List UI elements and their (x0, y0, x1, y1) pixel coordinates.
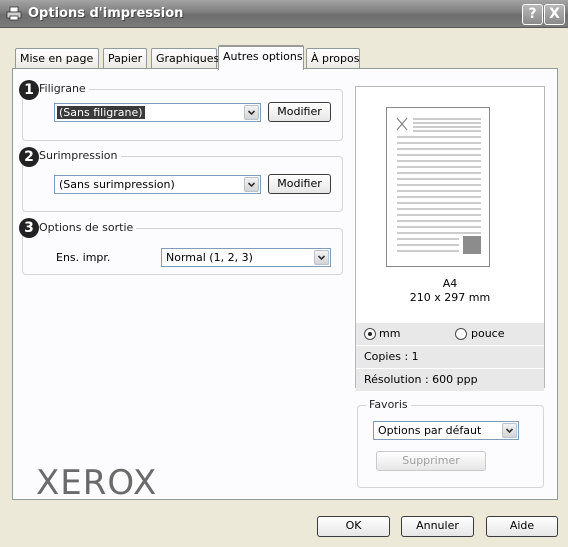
favorites-group-label: Favoris (366, 398, 411, 411)
overlay-select-value: (Sans surimpression) (59, 178, 175, 191)
overlay-group-label: Surimpression (36, 149, 121, 162)
tab-page-setup[interactable]: Mise en page (15, 48, 99, 69)
tab-paper[interactable]: Papier (103, 48, 147, 69)
help-icon: ? (528, 6, 537, 22)
overlay-select[interactable]: (Sans surimpression) (54, 175, 261, 194)
chevron-down-icon[interactable] (314, 250, 329, 265)
overlay-modify-button[interactable]: Modifier (268, 174, 331, 194)
step-2-badge: 2 (19, 147, 39, 167)
tab-label: Papier (108, 52, 143, 65)
page-preview (386, 107, 490, 267)
tab-label: À propos (311, 52, 360, 65)
resolution-text: Résolution : 600 ppp (364, 373, 478, 386)
print-options-dialog: Options d'impression ? X Mise en page Pa… (0, 0, 568, 547)
tab-graphics[interactable]: Graphiques (151, 48, 220, 69)
tab-label: Autres options (223, 50, 303, 63)
page-preview-panel: A4 210 x 297 mm mm pouce Copies : 1 Réso… (355, 86, 545, 391)
collate-select-value: Normal (1, 2, 3) (166, 251, 253, 264)
copies-row: Copies : 1 (356, 346, 544, 368)
output-options-group-label: Options de sortie (36, 221, 137, 234)
favorites-select-value: Options par défaut (378, 424, 482, 437)
watermark-modify-button[interactable]: Modifier (268, 102, 331, 122)
resolution-row: Résolution : 600 ppp (356, 369, 544, 391)
watermark-select[interactable]: (Sans filigrane) (54, 103, 261, 122)
close-icon: X (549, 6, 560, 22)
favorites-delete-button[interactable]: Supprimer (376, 451, 486, 471)
collate-select[interactable]: Normal (1, 2, 3) (161, 248, 331, 267)
chevron-down-icon[interactable] (244, 105, 259, 120)
collate-label: Ens. impr. (56, 251, 111, 264)
window-title: Options d'impression (28, 6, 184, 21)
help-title-button[interactable]: ? (522, 4, 543, 25)
paper-name: A4 (442, 277, 458, 290)
tab-other-options[interactable]: Autres options (218, 45, 304, 70)
unit-inch-radio[interactable] (455, 328, 467, 340)
page-preview-graphic (396, 117, 481, 254)
watermark-group-label: Filigrane (36, 82, 89, 95)
tab-label: Graphiques (156, 52, 220, 65)
watermark-select-value: (Sans filigrane) (57, 106, 145, 119)
step-1-badge: 1 (19, 80, 39, 100)
cancel-button[interactable]: Annuler (401, 516, 474, 537)
unit-inch-label[interactable]: pouce (471, 327, 505, 340)
title-bar[interactable]: Options d'impression ? X (0, 0, 568, 28)
unit-mm-label[interactable]: mm (379, 327, 400, 340)
unit-selector: mm pouce (356, 323, 544, 345)
favorites-group: Favoris (357, 398, 544, 488)
close-button[interactable]: X (544, 4, 565, 25)
paper-size: 210 x 297 mm (409, 291, 491, 304)
help-button[interactable]: Aide (486, 516, 558, 537)
chevron-down-icon[interactable] (502, 423, 517, 438)
favorites-select[interactable]: Options par défaut (373, 421, 519, 440)
tab-label: Mise en page (20, 52, 94, 65)
xerox-logo: XEROX (36, 463, 158, 503)
step-3-badge: 3 (19, 218, 39, 238)
ok-button[interactable]: OK (317, 516, 390, 537)
chevron-down-icon[interactable] (244, 177, 259, 192)
copies-text: Copies : 1 (364, 350, 419, 363)
tab-about[interactable]: À propos (306, 48, 360, 69)
unit-mm-radio[interactable] (364, 328, 376, 340)
printer-icon (6, 6, 22, 21)
